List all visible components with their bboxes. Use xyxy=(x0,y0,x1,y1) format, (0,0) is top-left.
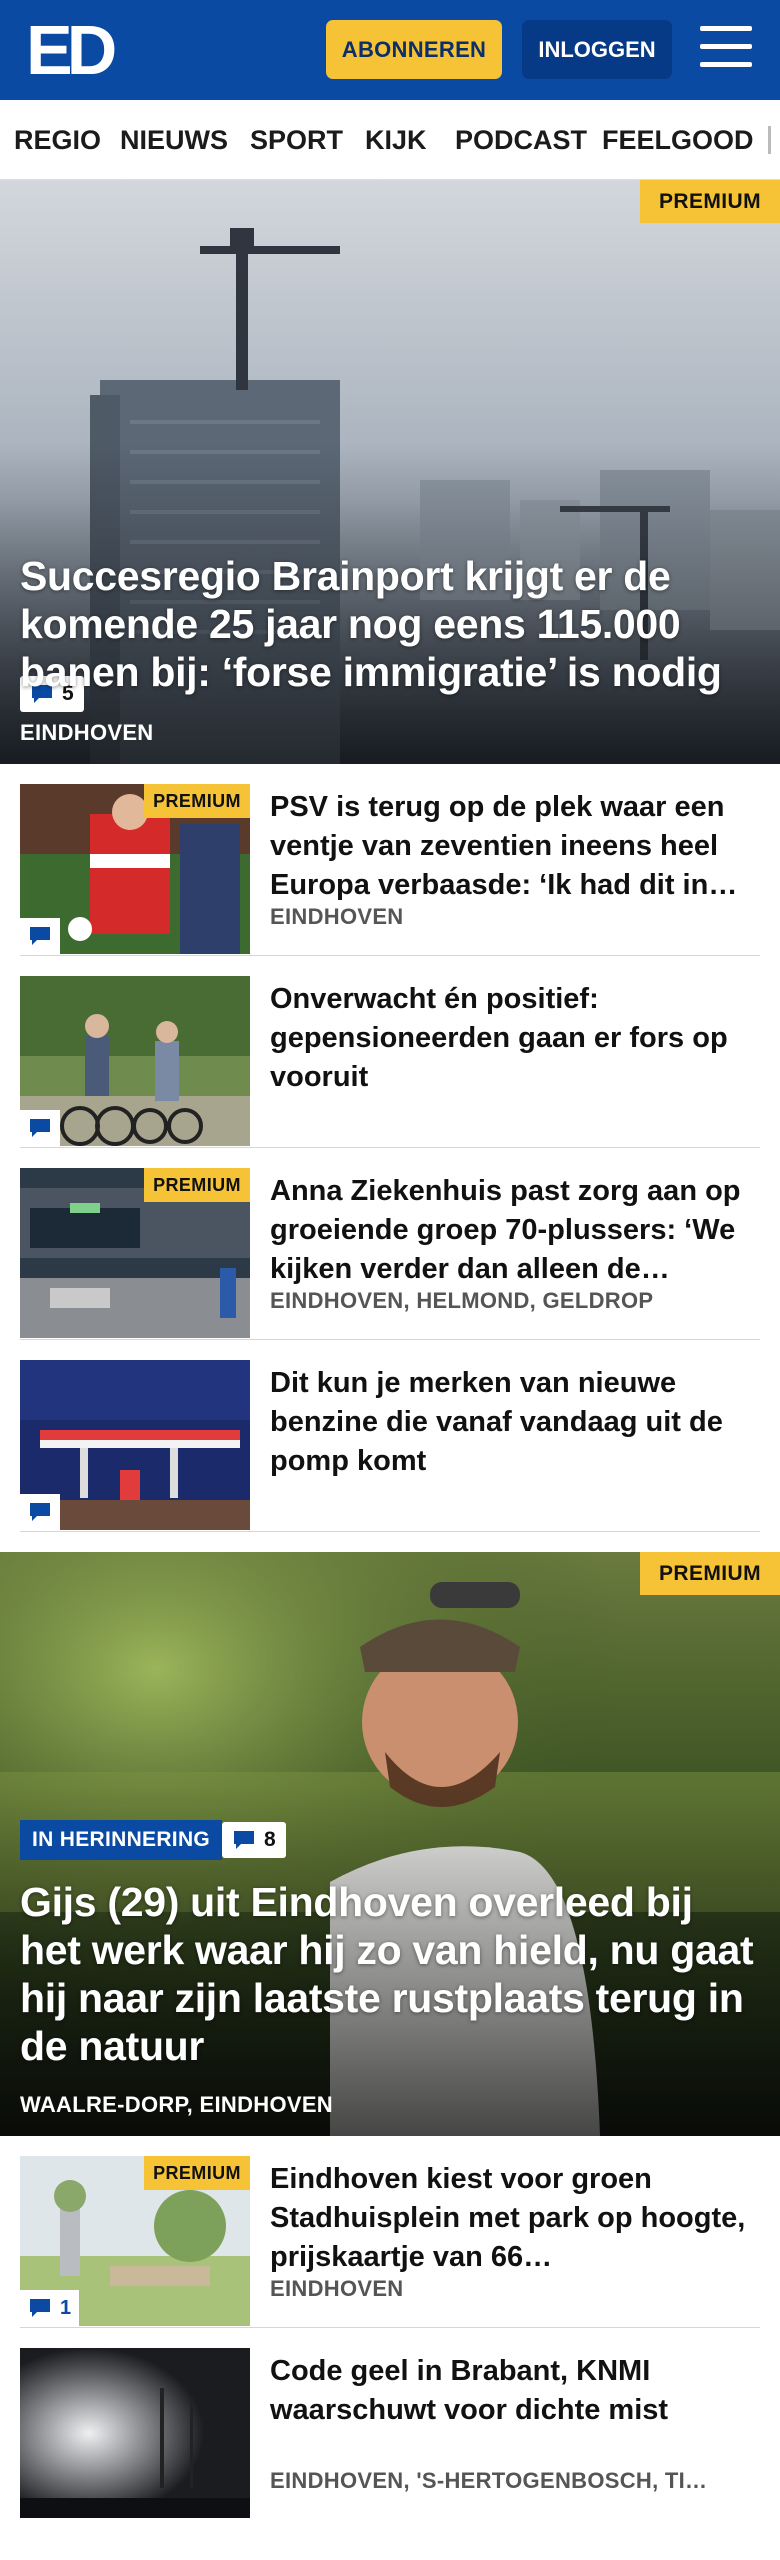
fog-image xyxy=(20,2348,250,2518)
nav-item-kijk[interactable]: KIJK xyxy=(365,100,427,179)
comment-icon xyxy=(30,927,50,945)
article-title[interactable]: Onverwacht én positief: gepensioneerden … xyxy=(270,980,760,1097)
svg-text:ED: ED xyxy=(26,14,115,84)
thumbnail-gas-station xyxy=(20,1360,250,1530)
list-item-pensioen[interactable]: Onverwacht én positief: gepensioneerden … xyxy=(0,956,780,1148)
comment-count-chip[interactable]: 5 xyxy=(20,676,84,712)
comment-chip[interactable] xyxy=(20,918,60,954)
thumbnail-fog xyxy=(20,2348,250,2518)
article-list: PREMIUM PSV is terug op de plek waar een… xyxy=(0,764,780,1532)
article-location: EINDHOVEN, HELMOND, GELDROP xyxy=(270,1288,654,1313)
list-item-anna-ziekenhuis[interactable]: PREMIUM Anna Ziekenhuis past zorg aan op… xyxy=(0,1148,780,1340)
hero-location: WAALRE-DORP, EINDHOVEN xyxy=(20,2092,333,2117)
subscribe-button[interactable]: ABONNEREN xyxy=(326,20,502,79)
comment-chip[interactable] xyxy=(20,1110,60,1146)
article-title[interactable]: Dit kun je merken van nieuwe benzine die… xyxy=(270,1364,760,1481)
premium-badge: PREMIUM xyxy=(144,784,250,818)
in-memoriam-tag: IN HERINNERING xyxy=(20,1820,223,1860)
premium-badge: PREMIUM xyxy=(640,1552,780,1595)
comment-icon xyxy=(234,1831,254,1849)
comment-count-chip[interactable]: 8 xyxy=(222,1822,286,1858)
premium-badge: PREMIUM xyxy=(640,180,780,223)
ed-logo[interactable]: ED xyxy=(26,14,118,84)
nav-item-podcast[interactable]: PODCAST xyxy=(455,100,587,179)
section-nav: REGIO NIEUWS SPORT KIJK PODCAST FEELGOOD xyxy=(0,100,780,180)
login-button[interactable]: INLOGGEN xyxy=(522,20,672,79)
article-title[interactable]: Code geel in Brabant, KNMI waarschuwt vo… xyxy=(270,2352,760,2430)
premium-badge: PREMIUM xyxy=(144,1168,250,1202)
list-item-stadhuisplein[interactable]: PREMIUM 1 Eindhoven kiest voor groen Sta… xyxy=(0,2136,780,2328)
article-list-2: PREMIUM 1 Eindhoven kiest voor groen Sta… xyxy=(0,2136,780,2520)
nav-item-sport[interactable]: SPORT xyxy=(250,100,343,179)
nav-item-nieuws[interactable]: NIEUWS xyxy=(120,100,228,179)
hero-headline-text[interactable]: Gijs (29) uit Eindhoven overleed bij het… xyxy=(20,1878,760,2070)
article-location: EINDHOVEN xyxy=(270,2276,404,2301)
list-item-psv[interactable]: PREMIUM PSV is terug op de plek waar een… xyxy=(0,764,780,956)
comment-chip[interactable]: 1 xyxy=(20,2290,80,2326)
comment-count: 8 xyxy=(264,1828,276,1851)
hero-image-skyline xyxy=(0,180,780,764)
thumbnail-cyclists xyxy=(20,976,250,1146)
premium-badge: PREMIUM xyxy=(144,2156,250,2190)
divider xyxy=(20,1531,760,1532)
comment-count: 1 xyxy=(60,2296,72,2319)
comment-icon xyxy=(30,1119,50,1137)
hero-article-brainport[interactable]: PREMIUM 5 xyxy=(0,180,780,764)
article-title[interactable]: PSV is terug op de plek waar een ventje … xyxy=(270,788,760,905)
list-item-code-geel[interactable]: Code geel in Brabant, KNMI waarschuwt vo… xyxy=(0,2328,780,2520)
hamburger-menu-icon[interactable] xyxy=(700,26,752,72)
comment-icon xyxy=(30,2299,50,2317)
comment-icon xyxy=(32,685,52,703)
nav-item-regio[interactable]: REGIO xyxy=(14,100,101,179)
thumbnail-stadhuisplein: PREMIUM 1 xyxy=(20,2156,250,2326)
nav-overflow-divider xyxy=(768,126,771,154)
thumbnail-hospital: PREMIUM xyxy=(20,1168,250,1338)
article-location: EINDHOVEN, 'S-HERTOGENBOSCH, TI… xyxy=(270,2468,708,2493)
hero-article-gijs[interactable]: PREMIUM IN HERINNERING 8 Gijs (29) uit E… xyxy=(0,1552,780,2136)
article-title[interactable]: Anna Ziekenhuis past zorg aan op groeien… xyxy=(270,1172,760,1289)
thumbnail-psv: PREMIUM xyxy=(20,784,250,954)
article-title[interactable]: Eindhoven kiest voor groen Stadhuisplein… xyxy=(270,2160,760,2277)
comment-chip[interactable] xyxy=(20,1494,60,1530)
site-header: ED ABONNEREN INLOGGEN xyxy=(0,0,780,100)
nav-item-feelgood[interactable]: FEELGOOD xyxy=(602,100,754,179)
comment-icon xyxy=(30,1503,50,1521)
list-item-benzine[interactable]: Dit kun je merken van nieuwe benzine die… xyxy=(0,1340,780,1532)
comment-count: 5 xyxy=(62,682,74,705)
article-location: EINDHOVEN xyxy=(270,904,404,929)
